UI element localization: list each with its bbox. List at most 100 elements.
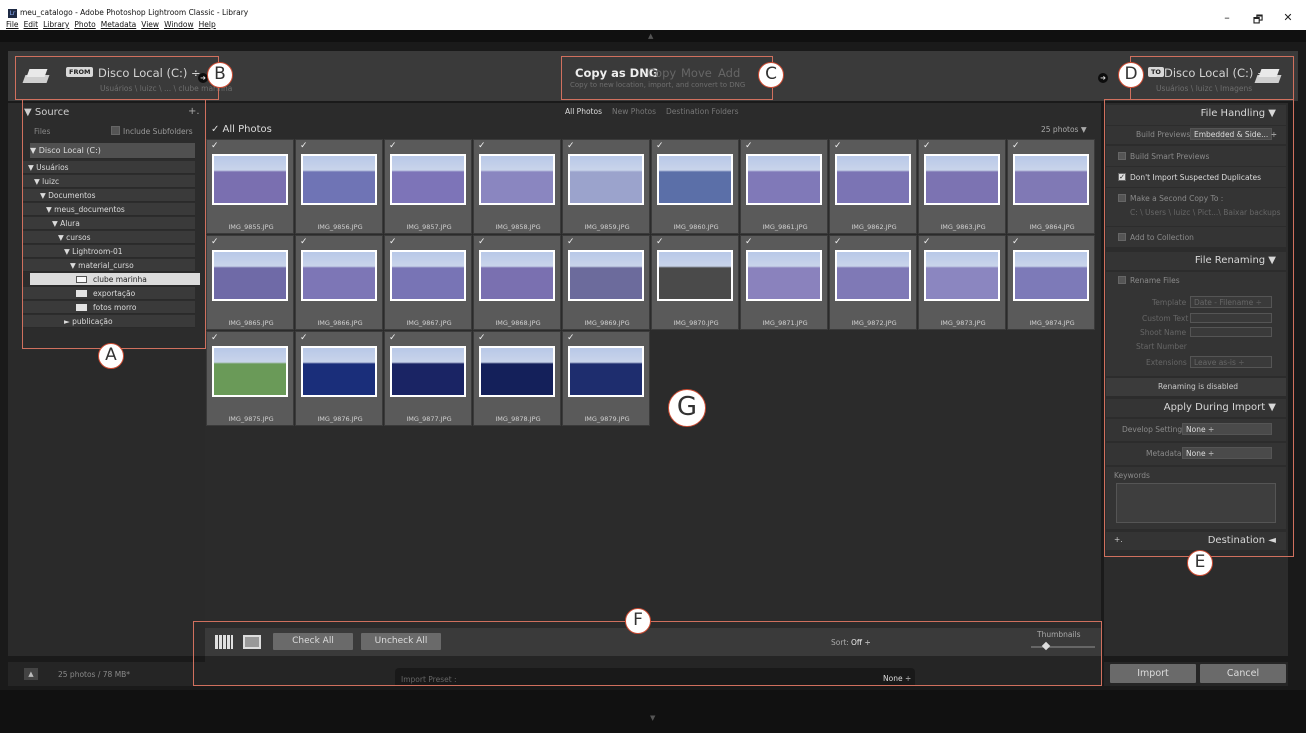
photo-thumbnail[interactable] — [390, 346, 466, 397]
tree-item-alura[interactable]: ▼ Alura — [22, 217, 195, 230]
photo-thumbnail-cell[interactable]: ✓ IMG_9866.JPG — [295, 235, 383, 330]
photo-thumbnail-cell[interactable]: ✓ IMG_9876.JPG — [295, 331, 383, 426]
photo-thumbnail[interactable] — [835, 154, 911, 205]
import-preset-dropdown[interactable]: None ÷ — [883, 674, 911, 683]
mode-copy[interactable]: Copy — [647, 66, 676, 80]
mode-copy-as-dng[interactable]: Copy as DNG — [575, 66, 658, 80]
photo-thumbnail[interactable] — [746, 250, 822, 301]
photo-check-icon[interactable]: ✓ — [567, 141, 575, 151]
menu-help[interactable]: Help — [199, 20, 216, 29]
photo-thumbnail[interactable] — [1013, 250, 1089, 301]
photo-thumbnail-cell[interactable]: ✓ IMG_9870.JPG — [651, 235, 739, 330]
photo-count[interactable]: 25 photos ▼ — [1041, 125, 1087, 134]
photo-thumbnail[interactable] — [390, 154, 466, 205]
photo-thumbnail-cell[interactable]: ✓ IMG_9868.JPG — [473, 235, 561, 330]
photo-check-icon[interactable]: ✓ — [389, 333, 397, 343]
photo-thumbnail[interactable] — [479, 250, 555, 301]
photo-thumbnail-cell[interactable]: ✓ IMG_9862.JPG — [829, 139, 917, 234]
photo-check-icon[interactable]: ✓ — [1012, 237, 1020, 247]
filmstrip-toggle[interactable]: ▼ — [0, 690, 1306, 733]
photo-check-icon[interactable]: ✓ — [834, 141, 842, 151]
all-photos-checkbox[interactable]: ✓ All Photos — [211, 124, 272, 135]
minimize-button[interactable]: – — [1220, 11, 1234, 24]
photo-check-icon[interactable]: ✓ — [389, 237, 397, 247]
grid-view-icon[interactable] — [215, 635, 233, 649]
photo-thumbnail[interactable] — [390, 250, 466, 301]
second-copy-path[interactable]: C: \ Users \ luizc \ Pict...\ Baixar bac… — [1130, 208, 1281, 217]
photo-thumbnail[interactable] — [479, 346, 555, 397]
restore-button[interactable]: 🗗 — [1251, 11, 1265, 30]
tree-item-lightroom-01[interactable]: ▼ Lightroom-01 — [22, 245, 195, 258]
photo-thumbnail[interactable] — [212, 154, 288, 205]
sort-dropdown[interactable]: Off ÷ — [851, 638, 871, 647]
mode-move[interactable]: Move — [681, 66, 712, 80]
apply-during-import-header[interactable]: Apply During Import ▼ — [1106, 399, 1286, 417]
extensions-dropdown[interactable]: Leave as-is ÷ — [1190, 356, 1272, 368]
photo-check-icon[interactable]: ✓ — [211, 237, 219, 247]
file-renaming-header[interactable]: File Renaming ▼ — [1106, 252, 1286, 270]
menu-window[interactable]: Window — [164, 20, 194, 29]
photo-thumbnail-cell[interactable]: ✓ IMG_9864.JPG — [1007, 139, 1095, 234]
photo-thumbnail-cell[interactable]: ✓ IMG_9873.JPG — [918, 235, 1006, 330]
close-button[interactable]: ✕ — [1281, 11, 1295, 24]
photo-thumbnail[interactable] — [657, 250, 733, 301]
photo-thumbnail[interactable] — [301, 346, 377, 397]
photo-thumbnail-cell[interactable]: ✓ IMG_9859.JPG — [562, 139, 650, 234]
photo-thumbnail[interactable] — [479, 154, 555, 205]
photo-check-icon[interactable]: ✓ — [567, 237, 575, 247]
photo-thumbnail-cell[interactable]: ✓ IMG_9863.JPG — [918, 139, 1006, 234]
menu-photo[interactable]: Photo — [74, 20, 95, 29]
include-subfolders-checkbox[interactable] — [111, 126, 120, 135]
photo-check-icon[interactable]: ✓ — [211, 141, 219, 151]
photo-thumbnail-cell[interactable]: ✓ IMG_9865.JPG — [206, 235, 294, 330]
cancel-button[interactable]: Cancel — [1200, 664, 1286, 683]
top-panel-toggle[interactable]: ▲ — [0, 30, 1306, 42]
photo-thumbnail[interactable] — [212, 250, 288, 301]
slider-knob[interactable] — [1041, 641, 1051, 651]
photo-thumbnail[interactable] — [568, 250, 644, 301]
photo-thumbnail-cell[interactable]: ✓ IMG_9879.JPG — [562, 331, 650, 426]
photo-thumbnail[interactable] — [301, 154, 377, 205]
photo-thumbnail-cell[interactable]: ✓ IMG_9877.JPG — [384, 331, 472, 426]
photo-check-icon[interactable]: ✓ — [834, 237, 842, 247]
check-all-button[interactable]: Check All — [273, 633, 353, 650]
tree-item-material-curso[interactable]: ▼ material_curso — [22, 259, 195, 272]
photo-thumbnail[interactable] — [568, 154, 644, 205]
tree-item-publicacao[interactable]: ► publicação — [22, 315, 195, 328]
build-previews-dropdown[interactable]: Embedded & Side... ÷ — [1190, 128, 1277, 140]
photo-thumbnail[interactable] — [835, 250, 911, 301]
menu-edit[interactable]: Edit — [24, 20, 39, 29]
photo-thumbnail-cell[interactable]: ✓ IMG_9867.JPG — [384, 235, 472, 330]
menu-metadata[interactable]: Metadata — [101, 20, 137, 29]
photo-check-icon[interactable]: ✓ — [478, 333, 486, 343]
photo-check-icon[interactable]: ✓ — [478, 141, 486, 151]
photo-thumbnail-cell[interactable]: ✓ IMG_9857.JPG — [384, 139, 472, 234]
build-smart-previews-checkbox[interactable] — [1118, 152, 1126, 160]
photo-thumbnail[interactable] — [301, 250, 377, 301]
tab-new-photos[interactable]: New Photos — [612, 107, 656, 116]
photo-check-icon[interactable]: ✓ — [211, 333, 219, 343]
photo-check-icon[interactable]: ✓ — [923, 141, 931, 151]
menu-file[interactable]: File — [6, 20, 19, 29]
dont-import-dup-checkbox[interactable]: ✓ — [1118, 173, 1126, 181]
photo-check-icon[interactable]: ✓ — [1012, 141, 1020, 151]
thumbnail-size-slider[interactable] — [1031, 646, 1095, 648]
destination-header[interactable]: +. Destination ◄ — [1106, 532, 1286, 550]
photo-check-icon[interactable]: ✓ — [656, 141, 664, 151]
photo-thumbnail-cell[interactable]: ✓ IMG_9860.JPG — [651, 139, 739, 234]
tree-item-documentos[interactable]: ▼ Documentos — [22, 189, 195, 202]
add-source-button[interactable]: +. — [188, 106, 200, 117]
photo-check-icon[interactable]: ✓ — [389, 141, 397, 151]
shoot-name-input[interactable] — [1190, 327, 1272, 337]
photo-thumbnail-cell[interactable]: ✓ IMG_9858.JPG — [473, 139, 561, 234]
photo-thumbnail[interactable] — [657, 154, 733, 205]
template-dropdown[interactable]: Date - Filename ÷ — [1190, 296, 1272, 308]
photo-thumbnail[interactable] — [568, 346, 644, 397]
photo-thumbnail[interactable] — [924, 250, 1000, 301]
photo-thumbnail[interactable] — [924, 154, 1000, 205]
photo-thumbnail-cell[interactable]: ✓ IMG_9855.JPG — [206, 139, 294, 234]
photo-thumbnail-cell[interactable]: ✓ IMG_9869.JPG — [562, 235, 650, 330]
to-destination-selector[interactable]: Disco Local (C:) ÷ — [1164, 66, 1267, 80]
triangle-up-icon[interactable]: ▲ — [24, 668, 38, 680]
develop-settings-dropdown[interactable]: None ÷ — [1182, 423, 1272, 435]
